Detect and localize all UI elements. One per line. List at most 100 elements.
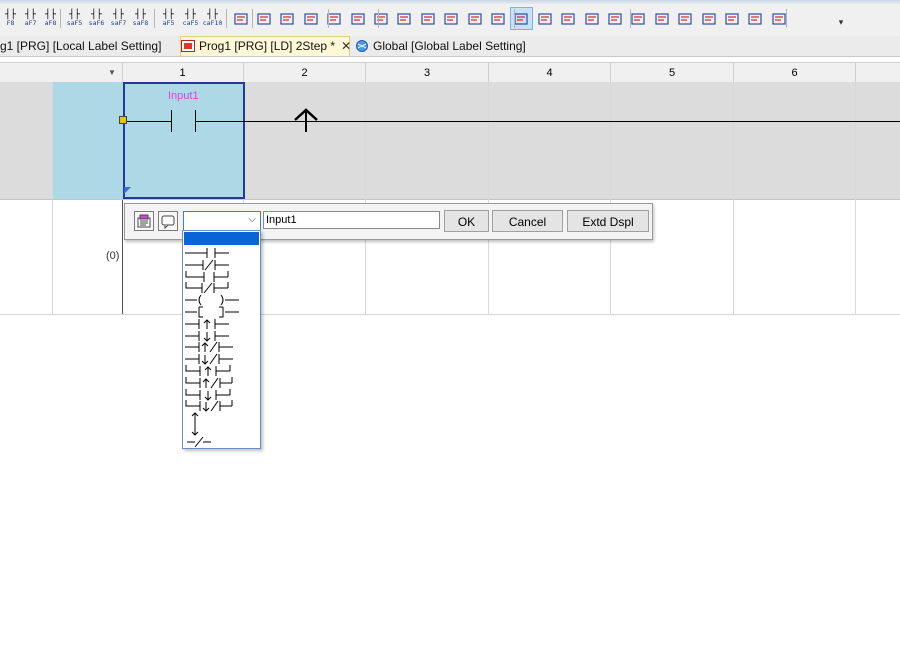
toolbar-separator (226, 9, 227, 28)
zoom-icon[interactable] (534, 8, 555, 29)
list-item-or-open-contact[interactable] (185, 270, 245, 282)
column-header-1: 1 (122, 63, 244, 83)
column-header-blank (0, 63, 123, 83)
instruction-type-dropdown[interactable]: ⌵ (183, 211, 261, 231)
grid-line (488, 82, 489, 314)
tab-label: Global [Global Label Setting] (373, 39, 526, 53)
shortcut-label: F8 (6, 18, 15, 27)
shortcut-label: saF7 (110, 18, 127, 27)
instruction-icon[interactable] (230, 8, 251, 29)
device-name-input[interactable] (263, 211, 440, 229)
pulse-or-icon[interactable] (300, 8, 321, 29)
list-item-falling-pulse-closed-contact[interactable] (185, 352, 245, 365)
grid-line (52, 82, 53, 314)
list-item-coil[interactable] (185, 293, 245, 306)
rail-connection-handle[interactable] (119, 116, 127, 124)
wire-segment (125, 121, 171, 122)
star-icon[interactable] (441, 8, 462, 29)
falling-pulse-icon[interactable] (277, 8, 298, 29)
list-item-or-closed-contact[interactable] (185, 281, 245, 294)
tab-prog1-ld[interactable]: Prog1 [PRG] [LD] 2Step * ✕ (180, 36, 351, 56)
ok-button[interactable]: OK (444, 210, 489, 232)
up-arrow-icon (293, 107, 319, 133)
grid-line (733, 82, 734, 314)
f8-contact-icon[interactable]: ┤├ F8 (0, 8, 21, 29)
column-header-4: 4 (489, 63, 611, 83)
list-item-falling-pulse-contact[interactable] (185, 329, 245, 342)
saf8-contact-icon[interactable]: ┤├ saF8 (130, 8, 151, 29)
column-header-3: 3 (366, 63, 489, 83)
document-icon[interactable] (370, 8, 391, 29)
mark-icon[interactable] (487, 8, 508, 29)
extended-display-button[interactable]: Extd Dspl (567, 210, 649, 232)
step-number: (0) (106, 250, 120, 262)
globe-icon (355, 39, 369, 52)
column-header-6: 6 (734, 63, 856, 83)
toolbar-separator (378, 9, 379, 28)
contact-left-bar (171, 110, 172, 132)
shortcut-label: caF10 (202, 18, 223, 27)
list-item-rising-edge[interactable] (185, 411, 245, 425)
column-header: ▼ 1 2 3 4 5 6 (0, 62, 900, 84)
convert-icon[interactable] (324, 8, 345, 29)
caf5-icon[interactable]: ┤├ caF5 (180, 8, 201, 29)
toolbar-separator (514, 9, 515, 28)
invert-icon (185, 435, 245, 452)
toolbar-separator (328, 9, 329, 28)
device-list-icon[interactable] (134, 211, 154, 231)
af7-contact-icon[interactable]: ┤├ aF7 (20, 8, 41, 29)
toolbar-overflow-icon[interactable]: ▾ (836, 10, 846, 28)
close-icon[interactable]: ✕ (341, 39, 351, 53)
chevron-down-icon[interactable]: ▼ (108, 63, 116, 83)
tab-bar: g1 [PRG] [Local Label Setting] Prog1 [PR… (0, 36, 900, 57)
sel-corner-marker (124, 187, 131, 194)
column-header-2: 2 (244, 63, 366, 83)
shortcut-label: caF5 (182, 18, 199, 27)
label-icon[interactable] (745, 8, 766, 29)
shortcut-label: saF6 (88, 18, 105, 27)
monitor-icon[interactable] (581, 8, 602, 29)
outdent-icon[interactable] (675, 8, 696, 29)
list-item-or-rising-pulse[interactable] (185, 364, 245, 376)
list-item-or-falling-pulse[interactable] (185, 388, 245, 401)
saf7-contact-icon[interactable]: ┤├ saF7 (108, 8, 129, 29)
shortcut-label: aF7 (24, 18, 37, 27)
toolbar-separator (786, 9, 787, 28)
tab-local-label-setting[interactable]: g1 [PRG] [Local Label Setting] (0, 37, 172, 56)
format-icon[interactable] (698, 8, 719, 29)
list-item-falling-edge[interactable] (185, 423, 245, 436)
rising-pulse-icon[interactable] (253, 8, 274, 29)
network-icon[interactable] (721, 8, 742, 29)
undo-arrow-icon[interactable] (347, 8, 368, 29)
indent-icon[interactable] (651, 8, 672, 29)
list-item-rising-pulse-closed-contact[interactable] (185, 340, 245, 353)
af5-icon[interactable]: ┤├ aF5 (158, 8, 179, 29)
list-item-normally-closed-contact[interactable] (185, 258, 245, 271)
list-item-application-instruction[interactable] (185, 305, 245, 318)
left-power-rail (122, 200, 123, 314)
device-icon[interactable] (558, 8, 579, 29)
list-item-or-rising-pulse-closed[interactable] (185, 376, 245, 389)
shortcut-label: aF5 (162, 18, 175, 27)
list-item-rising-pulse-contact[interactable] (185, 317, 245, 329)
search-icon[interactable] (394, 8, 415, 29)
list-icon[interactable] (464, 8, 485, 29)
saf6-contact-icon[interactable]: ┤├ saF6 (86, 8, 107, 29)
list-item-invert[interactable] (185, 435, 245, 448)
tab-global-label-setting[interactable]: Global [Global Label Setting] (355, 37, 535, 56)
comment-icon[interactable] (158, 211, 178, 231)
rung-step-area-selected (52, 82, 123, 199)
caf10-icon[interactable]: ┤├ caF10 (202, 8, 223, 29)
list-item-selected[interactable] (184, 232, 259, 245)
list-view-icon[interactable] (604, 8, 625, 29)
saf5-contact-icon[interactable]: ┤├ saF5 (64, 8, 85, 29)
find-replace-icon[interactable] (417, 8, 438, 29)
grid-line (365, 82, 366, 314)
af8-contact-icon[interactable]: ┤├ aF8 (40, 8, 61, 29)
chevron-down-icon[interactable]: ⌵ (248, 214, 256, 225)
cancel-button[interactable]: Cancel (492, 210, 563, 232)
list-item-normally-open-contact[interactable] (185, 246, 245, 258)
ladder-toolbar: ┤├ F8 ┤├ aF7 ┤├ aF8 ┤├ saF5 ┤├ saF6 ┤├ saF7 ┤├ saF8 ┤├… (0, 0, 900, 37)
instruction-type-list[interactable] (182, 230, 261, 449)
list-item-or-falling-pulse-closed[interactable] (185, 399, 245, 413)
